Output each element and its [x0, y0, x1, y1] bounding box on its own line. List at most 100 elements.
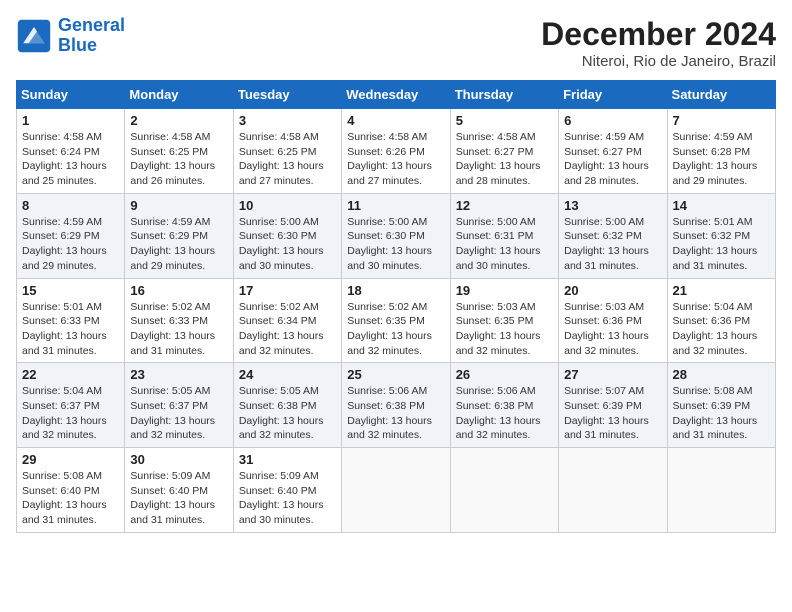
day-number: 29 — [22, 452, 119, 467]
day-detail: Sunrise: 5:02 AMSunset: 6:33 PMDaylight:… — [130, 300, 227, 359]
weekday-header-monday: Monday — [125, 81, 233, 109]
calendar-day-cell: 16 Sunrise: 5:02 AMSunset: 6:33 PMDayligh… — [125, 278, 233, 363]
logo-line2: Blue — [58, 35, 97, 55]
weekday-header-friday: Friday — [559, 81, 667, 109]
calendar-day-cell: 19 Sunrise: 5:03 AMSunset: 6:35 PMDayligh… — [450, 278, 558, 363]
calendar-day-cell: 10 Sunrise: 5:00 AMSunset: 6:30 PMDayligh… — [233, 193, 341, 278]
logo-icon — [16, 18, 52, 54]
calendar-day-cell: 31Sunrise: 5:09 AMSunset: 6:40 PMDayligh… — [233, 448, 341, 533]
weekday-header-wednesday: Wednesday — [342, 81, 450, 109]
calendar-day-cell: 4 Sunrise: 4:58 AMSunset: 6:26 PMDaylight… — [342, 109, 450, 194]
day-detail: Sunrise: 4:59 AMSunset: 6:28 PMDaylight:… — [673, 130, 770, 189]
weekday-header-tuesday: Tuesday — [233, 81, 341, 109]
day-number: 6 — [564, 113, 661, 128]
calendar-day-cell: 23 Sunrise: 5:05 AMSunset: 6:37 PMDayligh… — [125, 363, 233, 448]
day-number: 22 — [22, 367, 119, 382]
day-detail: Sunrise: 4:58 AMSunset: 6:25 PMDaylight:… — [130, 130, 227, 189]
day-detail: Sunrise: 5:03 AMSunset: 6:35 PMDaylight:… — [456, 300, 553, 359]
day-number: 25 — [347, 367, 444, 382]
calendar-day-cell: 6 Sunrise: 4:59 AMSunset: 6:27 PMDaylight… — [559, 109, 667, 194]
day-number: 14 — [673, 198, 770, 213]
calendar-day-cell: 9Sunrise: 4:59 AMSunset: 6:29 PMDaylight… — [125, 193, 233, 278]
day-detail: Sunrise: 5:02 AMSunset: 6:34 PMDaylight:… — [239, 300, 336, 359]
day-detail: Sunrise: 5:05 AMSunset: 6:37 PMDaylight:… — [130, 384, 227, 443]
day-detail: Sunrise: 5:08 AMSunset: 6:39 PMDaylight:… — [673, 384, 770, 443]
day-number: 19 — [456, 283, 553, 298]
calendar-day-cell: 22Sunrise: 5:04 AMSunset: 6:37 PMDayligh… — [17, 363, 125, 448]
calendar-day-cell: 21 Sunrise: 5:04 AMSunset: 6:36 PMDayligh… — [667, 278, 775, 363]
day-detail: Sunrise: 5:01 AMSunset: 6:32 PMDaylight:… — [673, 215, 770, 274]
day-detail: Sunrise: 5:00 AMSunset: 6:30 PMDaylight:… — [347, 215, 444, 274]
calendar-week-row: 15Sunrise: 5:01 AMSunset: 6:33 PMDayligh… — [17, 278, 776, 363]
day-detail: Sunrise: 4:59 AMSunset: 6:29 PMDaylight:… — [130, 215, 227, 274]
location: Niteroi, Rio de Janeiro, Brazil — [541, 53, 776, 70]
calendar-week-row: 1Sunrise: 4:58 AMSunset: 6:24 PMDaylight… — [17, 109, 776, 194]
day-detail: Sunrise: 4:58 AMSunset: 6:25 PMDaylight:… — [239, 130, 336, 189]
calendar-day-cell: 1Sunrise: 4:58 AMSunset: 6:24 PMDaylight… — [17, 109, 125, 194]
day-detail: Sunrise: 5:04 AMSunset: 6:36 PMDaylight:… — [673, 300, 770, 359]
day-detail: Sunrise: 4:58 AMSunset: 6:24 PMDaylight:… — [22, 130, 119, 189]
day-number: 30 — [130, 452, 227, 467]
calendar-day-cell: 26Sunrise: 5:06 AMSunset: 6:38 PMDayligh… — [450, 363, 558, 448]
day-detail: Sunrise: 5:09 AMSunset: 6:40 PMDaylight:… — [130, 469, 227, 528]
day-number: 18 — [347, 283, 444, 298]
calendar-day-cell: 14 Sunrise: 5:01 AMSunset: 6:32 PMDayligh… — [667, 193, 775, 278]
calendar-day-cell: 8 Sunrise: 4:59 AMSunset: 6:29 PMDaylight… — [17, 193, 125, 278]
month-title: December 2024 — [541, 16, 776, 53]
day-number: 20 — [564, 283, 661, 298]
calendar-week-row: 29 Sunrise: 5:08 AMSunset: 6:40 PMDayligh… — [17, 448, 776, 533]
day-number: 4 — [347, 113, 444, 128]
day-number: 17 — [239, 283, 336, 298]
calendar-day-cell: 15Sunrise: 5:01 AMSunset: 6:33 PMDayligh… — [17, 278, 125, 363]
day-detail: Sunrise: 5:02 AMSunset: 6:35 PMDaylight:… — [347, 300, 444, 359]
calendar-day-cell: 13Sunrise: 5:00 AMSunset: 6:32 PMDayligh… — [559, 193, 667, 278]
day-number: 21 — [673, 283, 770, 298]
calendar-table: SundayMondayTuesdayWednesdayThursdayFrid… — [16, 80, 776, 533]
calendar-week-row: 22Sunrise: 5:04 AMSunset: 6:37 PMDayligh… — [17, 363, 776, 448]
day-number: 28 — [673, 367, 770, 382]
logo: General Blue — [16, 16, 125, 56]
weekday-header-saturday: Saturday — [667, 81, 775, 109]
weekday-header-sunday: Sunday — [17, 81, 125, 109]
day-detail: Sunrise: 4:59 AMSunset: 6:29 PMDaylight:… — [22, 215, 119, 274]
calendar-day-cell — [559, 448, 667, 533]
day-detail: Sunrise: 5:08 AMSunset: 6:40 PMDaylight:… — [22, 469, 119, 528]
day-number: 5 — [456, 113, 553, 128]
day-number: 23 — [130, 367, 227, 382]
page-header: General Blue December 2024 Niteroi, Rio … — [16, 16, 776, 70]
calendar-day-cell: 20 Sunrise: 5:03 AMSunset: 6:36 PMDayligh… — [559, 278, 667, 363]
calendar-day-cell: 30 Sunrise: 5:09 AMSunset: 6:40 PMDayligh… — [125, 448, 233, 533]
title-block: December 2024 Niteroi, Rio de Janeiro, B… — [541, 16, 776, 70]
calendar-day-cell — [450, 448, 558, 533]
day-detail: Sunrise: 4:59 AMSunset: 6:27 PMDaylight:… — [564, 130, 661, 189]
weekday-header-thursday: Thursday — [450, 81, 558, 109]
day-detail: Sunrise: 5:00 AMSunset: 6:30 PMDaylight:… — [239, 215, 336, 274]
calendar-day-cell: 24Sunrise: 5:05 AMSunset: 6:38 PMDayligh… — [233, 363, 341, 448]
day-detail: Sunrise: 5:00 AMSunset: 6:31 PMDaylight:… — [456, 215, 553, 274]
calendar-day-cell: 5Sunrise: 4:58 AMSunset: 6:27 PMDaylight… — [450, 109, 558, 194]
calendar-day-cell: 2Sunrise: 4:58 AMSunset: 6:25 PMDaylight… — [125, 109, 233, 194]
calendar-day-cell: 29 Sunrise: 5:08 AMSunset: 6:40 PMDayligh… — [17, 448, 125, 533]
calendar-header-row: SundayMondayTuesdayWednesdayThursdayFrid… — [17, 81, 776, 109]
calendar-day-cell: 12 Sunrise: 5:00 AMSunset: 6:31 PMDayligh… — [450, 193, 558, 278]
calendar-day-cell: 3 Sunrise: 4:58 AMSunset: 6:25 PMDaylight… — [233, 109, 341, 194]
day-number: 13 — [564, 198, 661, 213]
day-detail: Sunrise: 5:07 AMSunset: 6:39 PMDaylight:… — [564, 384, 661, 443]
day-detail: Sunrise: 5:03 AMSunset: 6:36 PMDaylight:… — [564, 300, 661, 359]
day-number: 3 — [239, 113, 336, 128]
calendar-day-cell: 25Sunrise: 5:06 AMSunset: 6:38 PMDayligh… — [342, 363, 450, 448]
day-number: 16 — [130, 283, 227, 298]
day-number: 7 — [673, 113, 770, 128]
calendar-day-cell: 7 Sunrise: 4:59 AMSunset: 6:28 PMDaylight… — [667, 109, 775, 194]
calendar-week-row: 8 Sunrise: 4:59 AMSunset: 6:29 PMDaylight… — [17, 193, 776, 278]
calendar-day-cell: 17 Sunrise: 5:02 AMSunset: 6:34 PMDayligh… — [233, 278, 341, 363]
day-number: 27 — [564, 367, 661, 382]
day-detail: Sunrise: 5:05 AMSunset: 6:38 PMDaylight:… — [239, 384, 336, 443]
day-number: 8 — [22, 198, 119, 213]
calendar-day-cell — [342, 448, 450, 533]
day-detail: Sunrise: 4:58 AMSunset: 6:26 PMDaylight:… — [347, 130, 444, 189]
day-detail: Sunrise: 5:06 AMSunset: 6:38 PMDaylight:… — [456, 384, 553, 443]
calendar-day-cell: 11Sunrise: 5:00 AMSunset: 6:30 PMDayligh… — [342, 193, 450, 278]
day-number: 12 — [456, 198, 553, 213]
day-number: 10 — [239, 198, 336, 213]
